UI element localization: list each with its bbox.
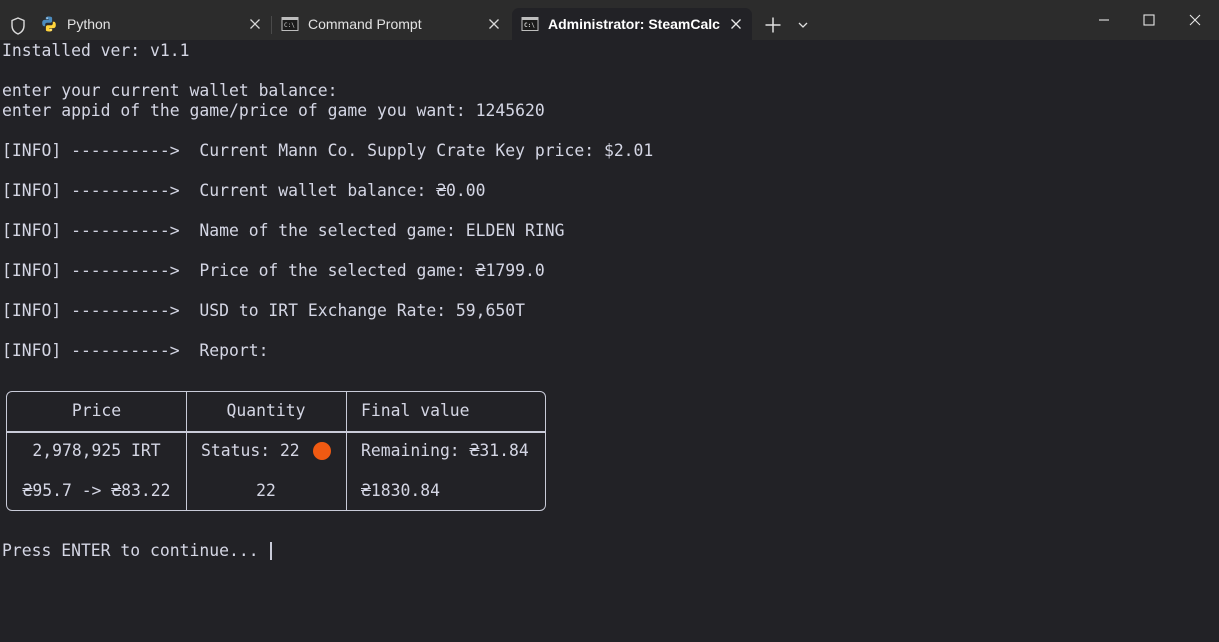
text-cursor — [270, 542, 272, 560]
info-game-name-line: [INFO] ----------> Name of the selected … — [2, 221, 565, 240]
info-report-line: [INFO] ----------> Report: — [2, 341, 269, 360]
tab-label: Python — [67, 16, 111, 32]
row1-final-value: Remaining: ₴31.84 — [361, 441, 529, 460]
info-exchange-rate-line: [INFO] ----------> USD to IRT Exchange R… — [2, 301, 526, 320]
header-divider — [7, 431, 545, 433]
python-icon — [42, 16, 56, 32]
minimize-icon[interactable] — [1089, 8, 1119, 32]
close-window-icon[interactable] — [1180, 8, 1210, 32]
report-table: Price Quantity Final value 2,978,925 IRT… — [6, 391, 546, 511]
row2-quantity: 22 — [256, 481, 276, 500]
installed-version-line: Installed ver: v1.1 — [2, 41, 190, 60]
info-key-price-line: [INFO] ----------> Current Mann Co. Supp… — [2, 141, 654, 160]
cmd-icon: C:\ — [521, 17, 539, 31]
status-indicator-dot — [313, 442, 331, 460]
terminal-window: Python C:\ Command Prompt C:\ Administra… — [0, 0, 1219, 642]
header-quantity: Quantity — [226, 401, 306, 420]
shield-icon — [11, 17, 25, 35]
tab-command-prompt[interactable]: C:\ Command Prompt — [272, 8, 510, 40]
tab-steamcalc[interactable]: C:\ Administrator: SteamCalc — [512, 8, 752, 40]
close-icon[interactable] — [728, 16, 744, 32]
header-price: Price — [71, 401, 122, 420]
tab-label: Command Prompt — [308, 16, 422, 32]
tab-python[interactable]: Python — [31, 8, 271, 40]
appid-prompt-line: enter appid of the game/price of game yo… — [2, 101, 545, 120]
plus-icon[interactable] — [762, 14, 784, 36]
terminal-output[interactable]: Installed ver: v1.1 enter your current w… — [0, 40, 1219, 642]
tab-label: Administrator: SteamCalc — [548, 16, 720, 32]
maximize-icon[interactable] — [1134, 8, 1164, 32]
close-icon[interactable] — [247, 16, 263, 32]
cmd-icon: C:\ — [281, 17, 299, 31]
info-game-price-line: [INFO] ----------> Price of the selected… — [2, 261, 545, 280]
row2-price: ₴95.7 -> ₴83.22 — [22, 481, 171, 500]
row1-price: 2,978,925 IRT — [32, 441, 161, 460]
svg-text:C:\: C:\ — [524, 22, 535, 29]
continue-prompt-line: Press ENTER to continue... — [2, 541, 269, 560]
close-icon[interactable] — [486, 16, 502, 32]
header-final-value: Final value — [361, 401, 470, 420]
row1-quantity: Status: 22 — [201, 441, 300, 460]
row2-final-value: ₴1830.84 — [361, 481, 440, 500]
svg-text:C:\: C:\ — [284, 22, 295, 29]
wallet-prompt-line: enter your current wallet balance: — [2, 81, 338, 100]
info-wallet-line: [INFO] ----------> Current wallet balanc… — [2, 181, 486, 200]
title-bar[interactable]: Python C:\ Command Prompt C:\ Administra… — [0, 0, 1219, 40]
chevron-down-icon[interactable] — [795, 17, 811, 33]
